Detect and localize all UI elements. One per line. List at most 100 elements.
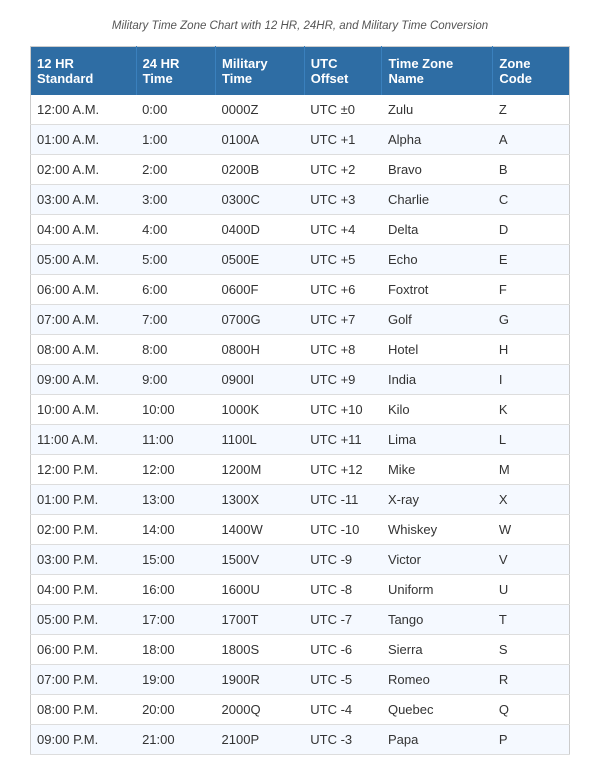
table-cell: 1200M: [216, 455, 305, 485]
table-cell: 1900R: [216, 665, 305, 695]
table-cell: Delta: [382, 215, 493, 245]
table-cell: UTC -9: [304, 545, 382, 575]
table-cell: 4:00: [136, 215, 215, 245]
table-cell: 0100A: [216, 125, 305, 155]
table-cell: UTC +8: [304, 335, 382, 365]
table-cell: 07:00 P.M.: [31, 665, 137, 695]
table-cell: UTC +3: [304, 185, 382, 215]
table-cell: 11:00: [136, 425, 215, 455]
table-cell: Quebec: [382, 695, 493, 725]
table-cell: UTC +1: [304, 125, 382, 155]
table-cell: 3:00: [136, 185, 215, 215]
table-row: 07:00 A.M.7:000700GUTC +7GolfG: [31, 305, 570, 335]
table-cell: C: [493, 185, 570, 215]
table-row: 07:00 P.M.19:001900RUTC -5RomeoR: [31, 665, 570, 695]
table-cell: D: [493, 215, 570, 245]
table-cell: 1300X: [216, 485, 305, 515]
table-cell: UTC -5: [304, 665, 382, 695]
table-cell: 18:00: [136, 635, 215, 665]
table-cell: 0400D: [216, 215, 305, 245]
table-cell: UTC +7: [304, 305, 382, 335]
table-cell: 02:00 P.M.: [31, 515, 137, 545]
table-cell: 05:00 P.M.: [31, 605, 137, 635]
table-cell: 10:00 A.M.: [31, 395, 137, 425]
table-cell: 7:00: [136, 305, 215, 335]
table-cell: 20:00: [136, 695, 215, 725]
table-cell: 05:00 A.M.: [31, 245, 137, 275]
table-row: 02:00 P.M.14:001400WUTC -10WhiskeyW: [31, 515, 570, 545]
table-cell: Romeo: [382, 665, 493, 695]
table-cell: Uniform: [382, 575, 493, 605]
table-cell: 15:00: [136, 545, 215, 575]
table-cell: Mike: [382, 455, 493, 485]
table-row: 03:00 P.M.15:001500VUTC -9VictorV: [31, 545, 570, 575]
table-cell: UTC -8: [304, 575, 382, 605]
table-cell: 02:00 A.M.: [31, 155, 137, 185]
table-cell: UTC -4: [304, 695, 382, 725]
table-cell: 19:00: [136, 665, 215, 695]
table-row: 09:00 P.M.21:002100PUTC -3PapaP: [31, 725, 570, 755]
table-cell: 03:00 A.M.: [31, 185, 137, 215]
table-cell: 08:00 P.M.: [31, 695, 137, 725]
table-cell: U: [493, 575, 570, 605]
time-zone-table: 12 HR Standard24 HR TimeMilitary TimeUTC…: [30, 46, 570, 755]
table-cell: Papa: [382, 725, 493, 755]
table-cell: 2000Q: [216, 695, 305, 725]
table-cell: K: [493, 395, 570, 425]
table-row: 05:00 P.M.17:001700TUTC -7TangoT: [31, 605, 570, 635]
table-cell: 12:00: [136, 455, 215, 485]
table-cell: UTC +12: [304, 455, 382, 485]
table-cell: 13:00: [136, 485, 215, 515]
table-cell: Tango: [382, 605, 493, 635]
table-row: 03:00 A.M.3:000300CUTC +3CharlieC: [31, 185, 570, 215]
column-header: UTC Offset: [304, 47, 382, 96]
table-cell: 12:00 P.M.: [31, 455, 137, 485]
table-cell: Zulu: [382, 95, 493, 125]
table-cell: 1400W: [216, 515, 305, 545]
table-cell: Golf: [382, 305, 493, 335]
table-cell: 12:00 A.M.: [31, 95, 137, 125]
table-cell: UTC +9: [304, 365, 382, 395]
table-cell: A: [493, 125, 570, 155]
table-cell: 1500V: [216, 545, 305, 575]
table-cell: 03:00 P.M.: [31, 545, 137, 575]
table-cell: 01:00 A.M.: [31, 125, 137, 155]
table-row: 04:00 P.M.16:001600UUTC -8UniformU: [31, 575, 570, 605]
table-cell: 0300C: [216, 185, 305, 215]
table-cell: S: [493, 635, 570, 665]
table-cell: 0000Z: [216, 95, 305, 125]
table-cell: UTC ±0: [304, 95, 382, 125]
table-cell: 08:00 A.M.: [31, 335, 137, 365]
table-cell: 17:00: [136, 605, 215, 635]
table-cell: 5:00: [136, 245, 215, 275]
table-cell: UTC -10: [304, 515, 382, 545]
table-cell: 2100P: [216, 725, 305, 755]
table-cell: Echo: [382, 245, 493, 275]
table-row: 06:00 P.M.18:001800SUTC -6SierraS: [31, 635, 570, 665]
table-cell: 1600U: [216, 575, 305, 605]
table-cell: 0:00: [136, 95, 215, 125]
table-cell: X: [493, 485, 570, 515]
column-header: Zone Code: [493, 47, 570, 96]
column-header: 24 HR Time: [136, 47, 215, 96]
table-cell: Q: [493, 695, 570, 725]
table-cell: UTC -7: [304, 605, 382, 635]
table-cell: 1800S: [216, 635, 305, 665]
table-cell: 8:00: [136, 335, 215, 365]
table-row: 08:00 P.M.20:002000QUTC -4QuebecQ: [31, 695, 570, 725]
table-cell: Alpha: [382, 125, 493, 155]
table-cell: UTC -11: [304, 485, 382, 515]
table-cell: 0800H: [216, 335, 305, 365]
table-cell: UTC +4: [304, 215, 382, 245]
table-cell: 9:00: [136, 365, 215, 395]
table-cell: 09:00 P.M.: [31, 725, 137, 755]
table-row: 05:00 A.M.5:000500EUTC +5EchoE: [31, 245, 570, 275]
table-row: 12:00 A.M.0:000000ZUTC ±0ZuluZ: [31, 95, 570, 125]
table-row: 11:00 A.M.11:001100LUTC +11LimaL: [31, 425, 570, 455]
table-cell: UTC -3: [304, 725, 382, 755]
table-cell: Foxtrot: [382, 275, 493, 305]
table-cell: 1700T: [216, 605, 305, 635]
table-cell: UTC +6: [304, 275, 382, 305]
table-row: 12:00 P.M.12:001200MUTC +12MikeM: [31, 455, 570, 485]
table-cell: 6:00: [136, 275, 215, 305]
